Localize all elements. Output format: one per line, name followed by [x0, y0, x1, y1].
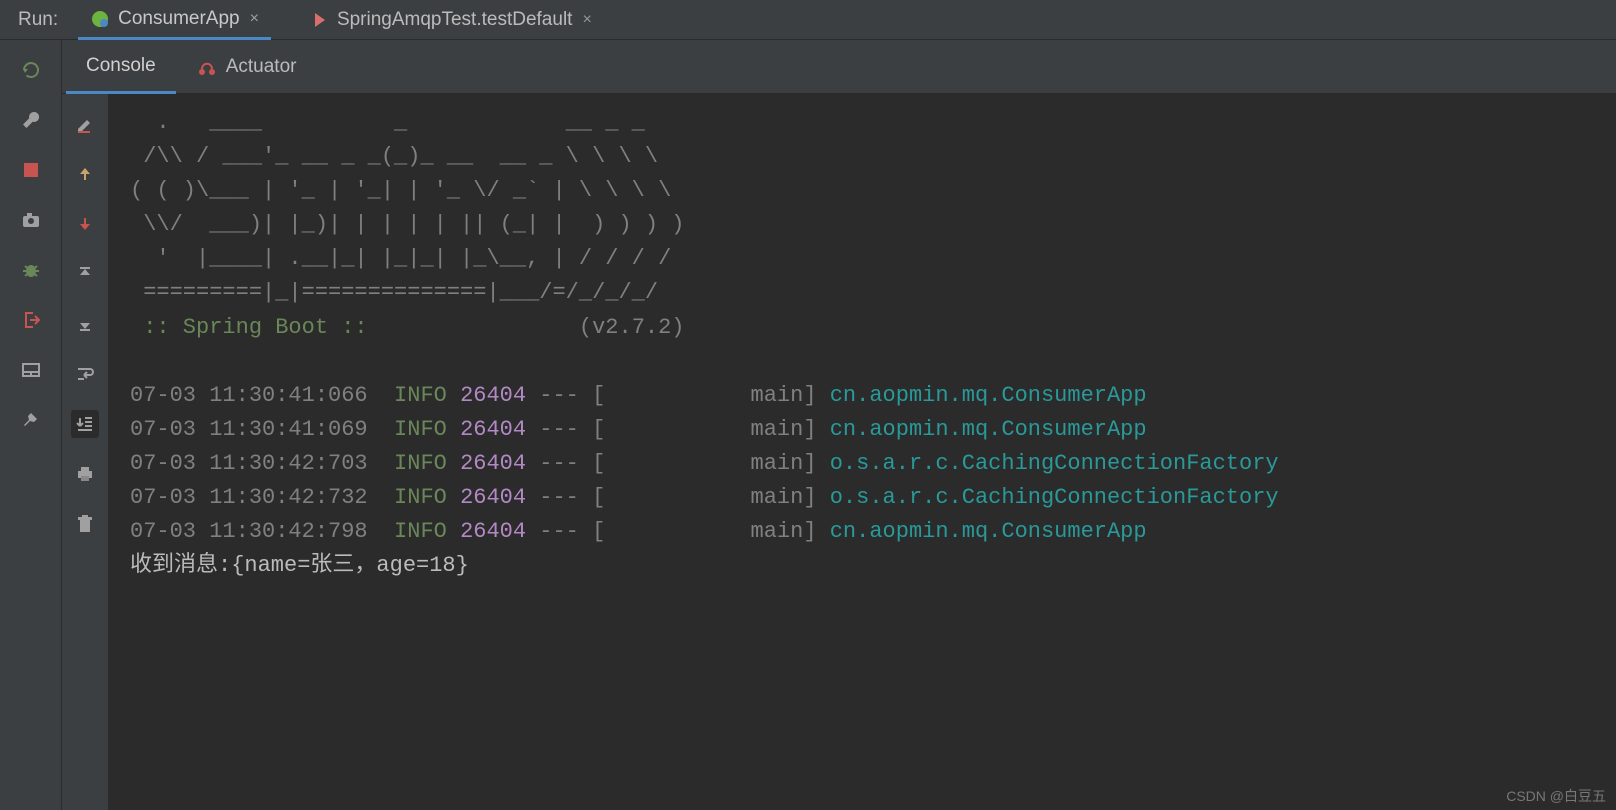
log-level: INFO	[394, 451, 447, 476]
log-class: cn.aopmin.mq.ConsumerApp	[830, 519, 1147, 544]
log-ts: 07-03 11:30:41:066	[130, 383, 368, 408]
log-class: o.s.a.r.c.CachingConnectionFactory	[830, 485, 1279, 510]
test-run-icon	[311, 11, 329, 29]
run-tab-label: SpringAmqpTest.testDefault	[337, 9, 573, 31]
exit-icon[interactable]	[19, 308, 43, 332]
bug-icon[interactable]	[19, 258, 43, 282]
log-ts: 07-03 11:30:41:069	[130, 417, 368, 442]
banner-line: . ____ _ __ _ _	[130, 110, 645, 135]
spring-bean-icon	[90, 9, 110, 29]
sub-tab-label: Actuator	[226, 56, 297, 78]
run-tab-label: ConsumerApp	[118, 8, 239, 30]
log-sep: --- [	[539, 485, 750, 510]
log-level: INFO	[394, 383, 447, 408]
log-thread: main	[751, 383, 804, 408]
log-pid: 26404	[460, 485, 526, 510]
banner-line: =========|_|==============|___/=/_/_/_/	[130, 280, 658, 305]
log-level: INFO	[394, 417, 447, 442]
banner-line: ' |____| .__|_| |_|_| |_\__, | / / / /	[130, 246, 671, 271]
console-toolbar	[62, 94, 108, 810]
sub-tabs: Console Actuator	[62, 40, 1616, 94]
springboot-label: :: Spring Boot ::	[130, 315, 381, 340]
log-thread: main	[751, 519, 804, 544]
rerun-button[interactable]	[19, 58, 43, 82]
tab-console[interactable]: Console	[66, 40, 176, 94]
up-arrow-icon[interactable]	[71, 160, 99, 188]
log-pid: 26404	[460, 451, 526, 476]
log-class: o.s.a.r.c.CachingConnectionFactory	[830, 451, 1279, 476]
log-sep: --- [	[539, 451, 750, 476]
print-icon[interactable]	[71, 460, 99, 488]
scroll-up-icon[interactable]	[71, 260, 99, 288]
banner-line: \\/ ___)| |_)| | | | | || (_| | ) ) ) )	[130, 212, 685, 237]
scroll-down-icon[interactable]	[71, 310, 99, 338]
banner-line: ( ( )\___ | '_ | '_| | '_ \/ _` | \ \ \ …	[130, 178, 671, 203]
log-pid: 26404	[460, 383, 526, 408]
scroll-to-end-icon[interactable]	[71, 410, 99, 438]
pin-icon[interactable]	[19, 408, 43, 432]
run-tab-springamqp[interactable]: SpringAmqpTest.testDefault ×	[299, 0, 604, 40]
stop-button[interactable]	[19, 158, 43, 182]
run-label: Run:	[0, 9, 78, 31]
trash-icon[interactable]	[71, 510, 99, 538]
left-gutter	[0, 40, 62, 810]
log-sep: --- [	[539, 519, 750, 544]
run-toolbar: Run: ConsumerApp × SpringAmqpTest.testDe…	[0, 0, 1616, 40]
actuator-icon	[196, 56, 218, 78]
banner-line: /\\ / ___'_ __ _ _(_)_ __ __ _ \ \ \ \	[130, 144, 658, 169]
log-sep: --- [	[539, 383, 750, 408]
log-ts: 07-03 11:30:42:798	[130, 519, 368, 544]
close-icon[interactable]: ×	[250, 10, 259, 28]
tab-actuator[interactable]: Actuator	[176, 40, 317, 93]
log-pid: 26404	[460, 519, 526, 544]
edit-icon[interactable]	[71, 110, 99, 138]
run-tab-consumerapp[interactable]: ConsumerApp ×	[78, 0, 271, 40]
close-icon[interactable]: ×	[582, 11, 591, 29]
log-level: INFO	[394, 519, 447, 544]
log-ts: 07-03 11:30:42:732	[130, 485, 368, 510]
log-thread: main	[751, 451, 804, 476]
watermark: CSDN @白豆五	[1506, 786, 1606, 806]
received-message: 收到消息:{name=张三，age=18}	[130, 553, 469, 578]
log-class: cn.aopmin.mq.ConsumerApp	[830, 383, 1147, 408]
console-output[interactable]: . ____ _ __ _ _ /\\ / ___'_ __ _ _(_)_ _…	[108, 94, 1616, 810]
log-thread: main	[751, 485, 804, 510]
soft-wrap-icon[interactable]	[71, 360, 99, 388]
log-ts: 07-03 11:30:42:703	[130, 451, 368, 476]
log-pid: 26404	[460, 417, 526, 442]
log-sep: --- [	[539, 417, 750, 442]
springboot-version: (v2.7.2)	[579, 315, 685, 340]
camera-icon[interactable]	[19, 208, 43, 232]
down-arrow-icon[interactable]	[71, 210, 99, 238]
log-level: INFO	[394, 485, 447, 510]
log-thread: main	[751, 417, 804, 442]
wrench-icon[interactable]	[19, 108, 43, 132]
sub-tab-label: Console	[86, 55, 156, 77]
layout-icon[interactable]	[19, 358, 43, 382]
log-class: cn.aopmin.mq.ConsumerApp	[830, 417, 1147, 442]
